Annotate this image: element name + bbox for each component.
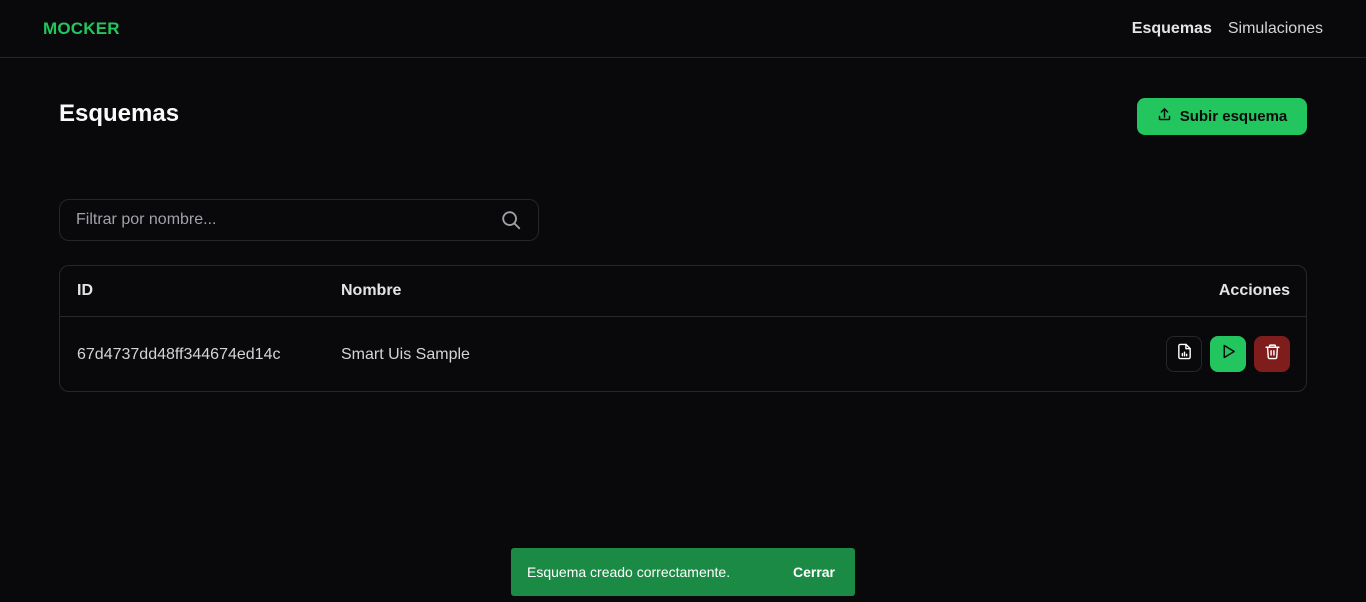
- delete-schema-button[interactable]: [1254, 336, 1290, 372]
- upload-icon: [1157, 107, 1172, 126]
- play-icon: [1220, 343, 1237, 365]
- toast-message: Esquema creado correctamente.: [527, 564, 731, 580]
- search-icon[interactable]: [500, 209, 522, 231]
- table-header: ID Nombre Acciones: [60, 266, 1306, 317]
- search-input[interactable]: [76, 211, 492, 229]
- page-title: Esquemas: [59, 100, 180, 127]
- view-schema-button[interactable]: [1166, 336, 1202, 372]
- main-nav: Esquemas Simulaciones: [1132, 20, 1323, 38]
- file-chart-icon: [1176, 343, 1193, 365]
- upload-schema-button[interactable]: Subir esquema: [1137, 98, 1307, 135]
- trash-icon: [1264, 343, 1281, 365]
- column-header-acciones: Acciones: [1218, 282, 1290, 299]
- nav-link-simulaciones[interactable]: Simulaciones: [1228, 20, 1323, 38]
- brand-logo[interactable]: MOCKER: [43, 19, 120, 39]
- schema-name-cell: Smart Uis Sample: [341, 345, 470, 363]
- run-simulation-button[interactable]: [1210, 336, 1246, 372]
- top-navbar: MOCKER Esquemas Simulaciones: [0, 0, 1366, 58]
- toast-close-button[interactable]: Cerrar: [793, 564, 835, 580]
- upload-schema-label: Subir esquema: [1179, 108, 1288, 125]
- column-header-id: ID: [77, 282, 93, 299]
- nav-link-esquemas[interactable]: Esquemas: [1132, 20, 1212, 38]
- schema-id-cell: 67d4737dd48ff344674ed14c: [77, 345, 281, 363]
- schemas-table: ID Nombre Acciones 67d4737dd48ff344674ed…: [59, 265, 1307, 392]
- row-actions: [1166, 336, 1290, 372]
- search-field: [59, 199, 539, 241]
- table-row: 67d4737dd48ff344674ed14c Smart Uis Sampl…: [60, 317, 1306, 392]
- column-header-nombre: Nombre: [341, 282, 402, 299]
- success-toast: Esquema creado correctamente. Cerrar: [511, 548, 855, 596]
